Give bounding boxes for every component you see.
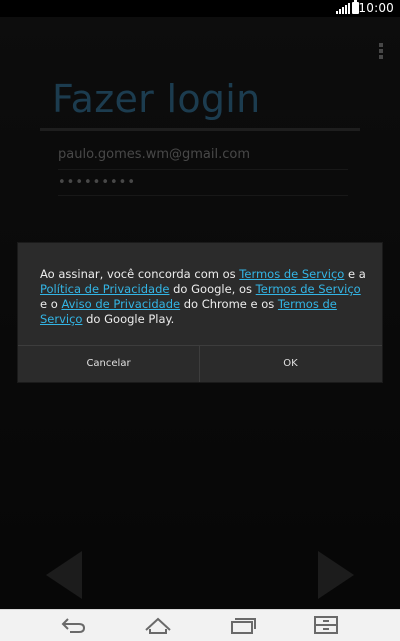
ok-button[interactable]: OK <box>200 346 381 382</box>
chrome-privacy-notice-link[interactable]: Aviso de Privacidade <box>61 297 180 311</box>
dialog-text-2: e a <box>344 267 366 281</box>
home-icon[interactable] <box>144 614 172 636</box>
menu-icon[interactable] <box>312 614 340 636</box>
status-bar: 10:00 <box>0 0 400 17</box>
status-time: 10:00 <box>358 1 394 15</box>
dialog-text-4: e o <box>40 297 62 311</box>
terms-dialog: Ao assinar, você concorda com os Termos … <box>18 243 382 382</box>
privacy-policy-link[interactable]: Política de Privacidade <box>40 282 169 296</box>
dialog-text-1: Ao assinar, você concorda com os <box>40 267 240 281</box>
chrome-terms-link[interactable]: Termos de Serviço <box>256 282 361 296</box>
back-icon[interactable] <box>60 614 88 636</box>
recent-apps-icon[interactable] <box>229 614 257 636</box>
navigation-bar <box>0 609 400 641</box>
terms-of-service-link[interactable]: Termos de Serviço <box>239 267 344 281</box>
cancel-button[interactable]: Cancelar <box>18 346 199 382</box>
dialog-text-3: do Google, os <box>169 282 256 296</box>
dialog-message: Ao assinar, você concorda com os Termos … <box>40 267 370 327</box>
dialog-text-5: do Chrome e os <box>180 297 278 311</box>
signal-icon <box>336 3 350 14</box>
dialog-text-6: do Google Play. <box>82 312 175 326</box>
